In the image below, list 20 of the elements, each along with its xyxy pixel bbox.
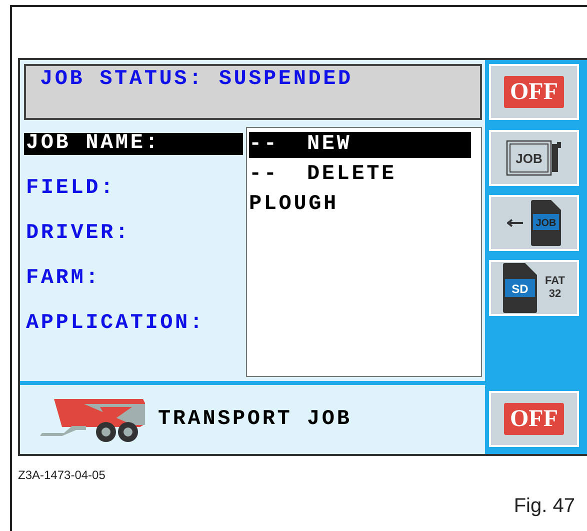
list-item[interactable]: PLOUGH	[249, 192, 471, 218]
field-label[interactable]: DRIVER:	[24, 223, 243, 245]
off-button[interactable]: OFF	[489, 391, 579, 447]
off-button[interactable]: OFF	[489, 64, 579, 120]
sd-card-icon: SD	[503, 263, 538, 313]
memory-card-icon: JOB	[531, 200, 561, 246]
field-label[interactable]: FIELD:	[24, 178, 243, 200]
left-arrow-icon	[507, 219, 523, 227]
list-item[interactable]: -- NEW	[249, 132, 471, 158]
list-item[interactable]: -- DELETE	[249, 162, 471, 188]
job-card-button[interactable]: JOB	[489, 130, 579, 186]
sd-card-button[interactable]: SD FAT 32	[489, 260, 579, 316]
figure-code: Z3A-1473-04-05	[18, 468, 106, 482]
field-label[interactable]: JOB NAME:	[24, 133, 243, 155]
job-status-title: JOB STATUS: SUSPENDED	[40, 68, 353, 91]
transport-job-label: TRANSPORT JOB	[158, 408, 352, 431]
field-label[interactable]: FARM:	[24, 268, 243, 290]
file-system-label: FAT 32	[545, 275, 565, 301]
figure-caption: Fig. 47	[514, 495, 575, 518]
field-label[interactable]: APPLICATION:	[24, 313, 243, 335]
